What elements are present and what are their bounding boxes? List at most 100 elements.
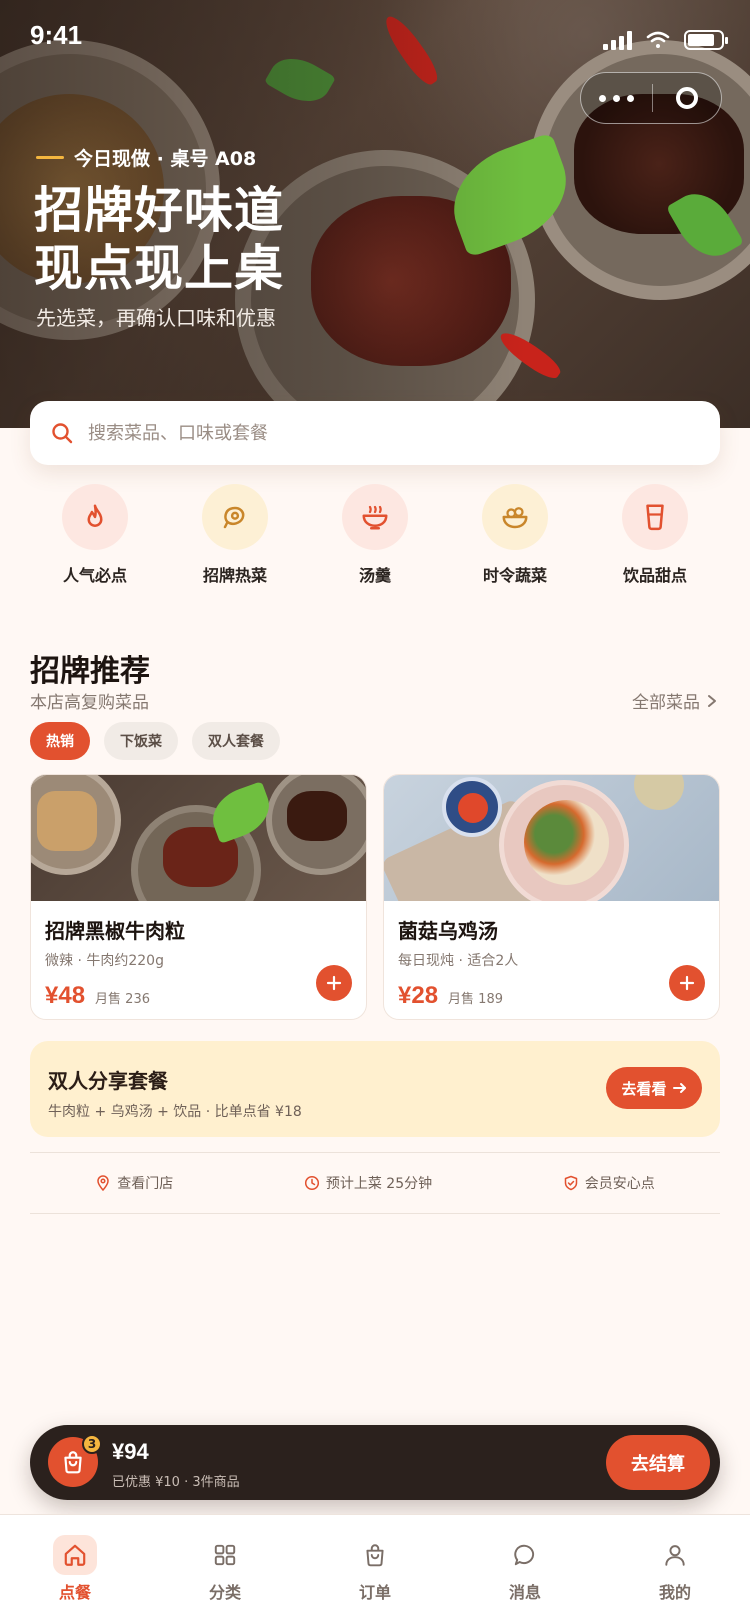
add-to-cart-button[interactable] — [669, 965, 705, 1001]
view-combo-label: 去看看 — [621, 1079, 667, 1098]
home-icon — [64, 1544, 86, 1566]
serve-time-label: 预计上菜 25分钟 — [325, 1176, 433, 1192]
tab-icon-bg — [653, 1535, 697, 1575]
tab-label: 消息 — [508, 1583, 541, 1602]
search-icon — [52, 423, 73, 444]
category-grid: 人气必点 招牌热菜 汤羹 时令蔬菜 饮品甜点 — [30, 484, 720, 586]
chip-double-combo[interactable]: 双人套餐 — [192, 722, 280, 760]
category-icon-circle — [342, 484, 408, 550]
dish-sold-count: 月售 189 — [448, 992, 503, 1007]
combo-desc: 牛肉粒 + 乌鸡汤 + 饮品 · 比单点省 ¥18 — [48, 1104, 302, 1120]
hero-title-line2: 现点现上桌 — [34, 240, 285, 297]
plus-icon — [679, 975, 695, 991]
hero-tag-text: 今日现做 · 桌号 A08 — [74, 148, 257, 170]
tab-label: 我的 — [658, 1583, 691, 1602]
tab-orders[interactable]: 订单 — [300, 1515, 450, 1624]
category-label: 饮品甜点 — [622, 566, 687, 585]
tab-icon-bg — [203, 1535, 247, 1575]
cart-count-badge: 3 — [82, 1434, 102, 1454]
section-subtitle: 本店高复购菜品 — [30, 693, 149, 713]
bottom-tab-bar: 点餐 分类 订单 消息 我的 — [0, 1514, 750, 1624]
miniprogram-capsule — [580, 72, 722, 124]
combo-title: 双人分享套餐 — [48, 1069, 168, 1093]
store-info-row: 查看门店 预计上菜 25分钟 会员安心点 — [30, 1152, 720, 1214]
more-menu-icon[interactable] — [581, 94, 652, 102]
grid-icon — [214, 1544, 236, 1566]
section-title: 招牌推荐 — [30, 654, 150, 689]
tab-label: 点餐 — [58, 1583, 91, 1602]
chip-rice-dishes[interactable]: 下饭菜 — [104, 722, 178, 760]
search-bar[interactable] — [30, 401, 720, 465]
cellular-signal-icon — [603, 30, 632, 50]
category-label: 时令蔬菜 — [482, 566, 547, 585]
hero-tag: 今日现做 · 桌号 A08 — [36, 144, 256, 171]
dish-desc: 每日现炖 · 适合2人 — [398, 953, 519, 969]
checkout-button[interactable]: 去结算 — [606, 1435, 710, 1490]
all-dishes-label: 全部菜品 — [632, 693, 700, 713]
chat-icon — [514, 1544, 535, 1566]
tab-label: 订单 — [358, 1583, 391, 1602]
chip-hot-sale[interactable]: 热销 — [30, 722, 90, 760]
view-store-link[interactable]: 查看门店 — [95, 1173, 173, 1193]
steak-icon — [223, 506, 245, 529]
tab-label: 分类 — [208, 1583, 241, 1602]
tab-icon-bg — [503, 1535, 547, 1575]
tab-messages[interactable]: 消息 — [450, 1515, 600, 1624]
dish-image — [384, 775, 719, 901]
filter-chips: 热销 下饭菜 双人套餐 — [30, 722, 280, 760]
add-to-cart-button[interactable] — [316, 965, 352, 1001]
category-vegetables[interactable]: 时令蔬菜 — [450, 484, 580, 586]
dish-sold-count: 月售 236 — [95, 992, 150, 1007]
category-icon-circle — [62, 484, 128, 550]
battery-icon — [684, 30, 728, 50]
member-safe-label: 会员安心点 — [584, 1176, 655, 1192]
dish-card[interactable]: 招牌黑椒牛肉粒 微辣 · 牛肉约220g ¥48 月售 236 — [30, 774, 367, 1020]
salad-icon — [502, 507, 528, 529]
category-soup[interactable]: 汤羹 — [310, 484, 440, 586]
view-combo-button[interactable]: 去看看 — [606, 1067, 702, 1109]
cart-total: ¥94 — [112, 1439, 149, 1464]
serve-time-info: 预计上菜 25分钟 — [304, 1173, 432, 1193]
tab-order[interactable]: 点餐 — [0, 1515, 150, 1624]
shopping-bag-icon — [64, 1451, 82, 1474]
dish-price: ¥48 — [45, 982, 86, 1009]
cart-bar[interactable]: 3 ¥94 已优惠 ¥10 · 3件商品 去结算 — [30, 1425, 720, 1500]
category-popular[interactable]: 人气必点 — [30, 484, 160, 586]
shield-check-icon — [564, 1175, 577, 1191]
member-safe-info: 会员安心点 — [563, 1173, 655, 1193]
status-icons — [603, 30, 728, 50]
arrow-right-icon — [672, 1083, 686, 1093]
tab-profile[interactable]: 我的 — [600, 1515, 750, 1624]
location-pin-icon — [97, 1175, 110, 1191]
all-dishes-link[interactable]: 全部菜品 — [632, 688, 718, 713]
wifi-icon — [646, 31, 670, 48]
category-icon-circle — [202, 484, 268, 550]
combo-banner[interactable]: 双人分享套餐 牛肉粒 + 乌鸡汤 + 饮品 · 比单点省 ¥18 去看看 — [30, 1041, 720, 1137]
dish-card[interactable]: 菌菇乌鸡汤 每日现炖 · 适合2人 ¥28 月售 189 — [383, 774, 720, 1020]
category-label: 汤羹 — [358, 566, 391, 585]
soup-bowl-icon — [362, 505, 388, 530]
category-label: 招牌热菜 — [202, 566, 267, 585]
dish-name: 菌菇乌鸡汤 — [398, 919, 498, 943]
chevron-right-icon — [708, 694, 716, 707]
hero-title: 招牌好味道 现点现上桌 — [34, 182, 284, 298]
bag-icon — [366, 1544, 384, 1567]
status-time: 9:41 — [30, 20, 83, 50]
tab-category[interactable]: 分类 — [150, 1515, 300, 1624]
plus-icon — [326, 975, 342, 991]
search-input[interactable] — [88, 422, 720, 444]
category-label: 人气必点 — [62, 566, 127, 585]
tab-icon-bg — [353, 1535, 397, 1575]
tab-icon-bg — [53, 1535, 97, 1575]
dish-cards: 招牌黑椒牛肉粒 微辣 · 牛肉约220g ¥48 月售 236 菌菇乌鸡汤 每日… — [30, 774, 720, 1020]
hero-subtitle: 先选菜，再确认口味和优惠 — [36, 306, 276, 330]
category-icon-circle — [622, 484, 688, 550]
close-miniprogram-icon[interactable] — [653, 87, 721, 109]
dish-desc: 微辣 · 牛肉约220g — [45, 953, 164, 969]
dish-price: ¥28 — [398, 982, 439, 1009]
flame-icon — [87, 504, 103, 527]
category-drinks-desserts[interactable]: 饮品甜点 — [590, 484, 720, 586]
view-store-label: 查看门店 — [117, 1176, 174, 1192]
cart-detail: 已优惠 ¥10 · 3件商品 — [112, 1475, 240, 1490]
category-signature-hot[interactable]: 招牌热菜 — [170, 484, 300, 586]
